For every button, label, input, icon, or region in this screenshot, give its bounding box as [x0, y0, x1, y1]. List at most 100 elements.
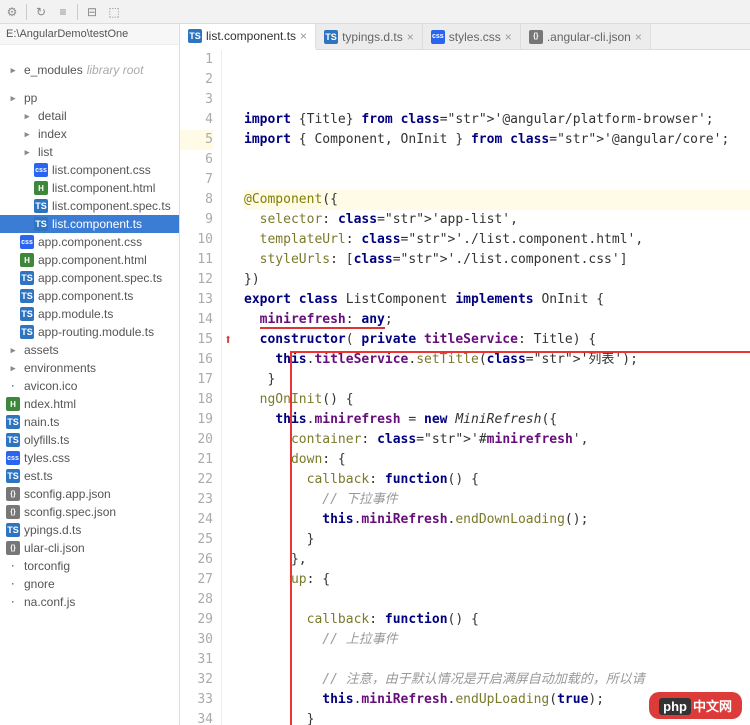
- folder-node[interactable]: ▸e_modules library root: [0, 61, 179, 79]
- gear-icon[interactable]: ⚙: [4, 4, 20, 20]
- code-line[interactable]: [244, 170, 750, 190]
- code-line[interactable]: selector: class="str">'app-list',: [244, 210, 750, 230]
- close-icon[interactable]: ×: [635, 30, 642, 44]
- code-line[interactable]: }: [244, 370, 750, 390]
- code-line[interactable]: this.miniRefresh.endDownLoading();: [244, 510, 750, 530]
- close-icon[interactable]: ×: [505, 30, 512, 44]
- code-line[interactable]: this.minirefresh = new MiniRefresh({: [244, 410, 750, 430]
- code-line[interactable]: ngOnInit() {: [244, 390, 750, 410]
- node-label: index: [38, 127, 67, 141]
- file-node[interactable]: TSapp.component.spec.ts: [0, 269, 179, 287]
- folder-node[interactable]: ▸index: [0, 125, 179, 143]
- code-line[interactable]: down: {: [244, 450, 750, 470]
- breadcrumb: E:\AngularDemo\testOne: [0, 24, 179, 45]
- expand-icon[interactable]: ⬚: [106, 4, 122, 20]
- file-node[interactable]: TSapp-routing.module.ts: [0, 323, 179, 341]
- code-line[interactable]: callback: function() {: [244, 470, 750, 490]
- folder-node[interactable]: ▸environments: [0, 359, 179, 377]
- code-line[interactable]: // 下拉事件: [244, 490, 750, 510]
- line-number: 8: [180, 190, 213, 210]
- override-marker-icon[interactable]: ⬆: [224, 330, 232, 350]
- close-icon[interactable]: ×: [407, 30, 414, 44]
- folder-node[interactable]: ▸ assets: [0, 341, 179, 359]
- code-line[interactable]: up: {: [244, 570, 750, 590]
- file-node[interactable]: csslist.component.css: [0, 161, 179, 179]
- code-line[interactable]: styleUrls: [class="str">'./list.componen…: [244, 250, 750, 270]
- code-line[interactable]: import {Title} from class="str">'@angula…: [244, 110, 750, 130]
- code-line[interactable]: export class ListComponent implements On…: [244, 290, 750, 310]
- line-number: 20: [180, 430, 213, 450]
- code-line[interactable]: minirefresh: any;: [244, 310, 750, 330]
- gutter-marker-cell: [222, 170, 240, 190]
- file-node[interactable]: ·na.conf.js: [0, 593, 179, 611]
- code-line[interactable]: this.titleService.setTitle(class="str">'…: [244, 350, 750, 370]
- file-node[interactable]: {}sconfig.app.json: [0, 485, 179, 503]
- editor-tab[interactable]: TSlist.component.ts×: [180, 24, 316, 50]
- file-node[interactable]: Hndex.html: [0, 395, 179, 413]
- file-node[interactable]: TSnain.ts: [0, 413, 179, 431]
- gutter-marker-cell: [222, 110, 240, 130]
- file-node[interactable]: {}ular-cli.json: [0, 539, 179, 557]
- file-node[interactable]: ·gnore: [0, 575, 179, 593]
- ts-icon: TS: [20, 325, 34, 339]
- folder-node[interactable]: ▸pp: [0, 89, 179, 107]
- code-line[interactable]: [244, 590, 750, 610]
- folder-node[interactable]: ▸detail: [0, 107, 179, 125]
- folder-icon: ▸: [6, 343, 20, 357]
- code-line[interactable]: }): [244, 270, 750, 290]
- close-icon[interactable]: ×: [300, 29, 307, 43]
- line-number: 25: [180, 530, 213, 550]
- code-line[interactable]: // 上拉事件: [244, 630, 750, 650]
- ts-icon: TS: [188, 29, 202, 43]
- node-label: ular-cli.json: [24, 541, 85, 555]
- node-label: nain.ts: [24, 415, 59, 429]
- file-node[interactable]: TSest.ts: [0, 467, 179, 485]
- editor-tab[interactable]: {}.angular-cli.json×: [521, 24, 651, 49]
- refresh-icon[interactable]: ↻: [33, 4, 49, 20]
- code-line[interactable]: callback: function() {: [244, 610, 750, 630]
- code-line[interactable]: [244, 650, 750, 670]
- file-node[interactable]: TSypings.d.ts: [0, 521, 179, 539]
- node-label: ndex.html: [24, 397, 76, 411]
- node-label: avicon.ico: [24, 379, 77, 393]
- file-tree: ▸e_modules library root▸pp▸detail▸index▸…: [0, 61, 179, 611]
- editor-tab[interactable]: TStypings.d.ts×: [316, 24, 423, 49]
- code-line[interactable]: }: [244, 530, 750, 550]
- html-icon: H: [6, 397, 20, 411]
- file-node[interactable]: Hlist.component.html: [0, 179, 179, 197]
- code-line[interactable]: },: [244, 550, 750, 570]
- gutter-marker-cell: [222, 150, 240, 170]
- file-node[interactable]: ·avicon.ico: [0, 377, 179, 395]
- hide-icon[interactable]: ⊟: [84, 4, 100, 20]
- collapse-icon[interactable]: ≡: [55, 4, 71, 20]
- css-icon: css: [34, 163, 48, 177]
- line-number: 22: [180, 470, 213, 490]
- file-node[interactable]: TSlist.component.ts: [0, 215, 179, 233]
- file-node[interactable]: TSolyfills.ts: [0, 431, 179, 449]
- node-label: tyles.css: [24, 451, 70, 465]
- file-node[interactable]: Happ.component.html: [0, 251, 179, 269]
- code-line[interactable]: @Component({: [244, 190, 750, 210]
- gutter-marker-cell: [222, 410, 240, 430]
- folder-node[interactable]: ▸list: [0, 143, 179, 161]
- code-area[interactable]: 1234567891011121314151617181920212223242…: [180, 50, 750, 725]
- gutter-marker-cell: [222, 610, 240, 630]
- code-content[interactable]: import {Title} from class="str">'@angula…: [240, 50, 750, 725]
- file-node[interactable]: ·torconfig: [0, 557, 179, 575]
- file-node[interactable]: TSapp.component.ts: [0, 287, 179, 305]
- main-split: E:\AngularDemo\testOne ▸e_modules librar…: [0, 24, 750, 725]
- node-label: assets: [24, 343, 59, 357]
- code-line[interactable]: import { Component, OnInit } from class=…: [244, 130, 750, 150]
- file-node[interactable]: TSapp.module.ts: [0, 305, 179, 323]
- file-node[interactable]: csstyles.css: [0, 449, 179, 467]
- tab-label: .angular-cli.json: [547, 30, 631, 44]
- editor-tab[interactable]: cssstyles.css×: [423, 24, 521, 49]
- code-line[interactable]: // 注意，由于默认情况是开启满屏自动加载的，所以请: [244, 670, 750, 690]
- code-line[interactable]: [244, 150, 750, 170]
- code-line[interactable]: constructor( private titleService: Title…: [244, 330, 750, 350]
- file-node[interactable]: cssapp.component.css: [0, 233, 179, 251]
- file-node[interactable]: {}sconfig.spec.json: [0, 503, 179, 521]
- code-line[interactable]: container: class="str">'#minirefresh',: [244, 430, 750, 450]
- file-node[interactable]: TSlist.component.spec.ts: [0, 197, 179, 215]
- code-line[interactable]: templateUrl: class="str">'./list.compone…: [244, 230, 750, 250]
